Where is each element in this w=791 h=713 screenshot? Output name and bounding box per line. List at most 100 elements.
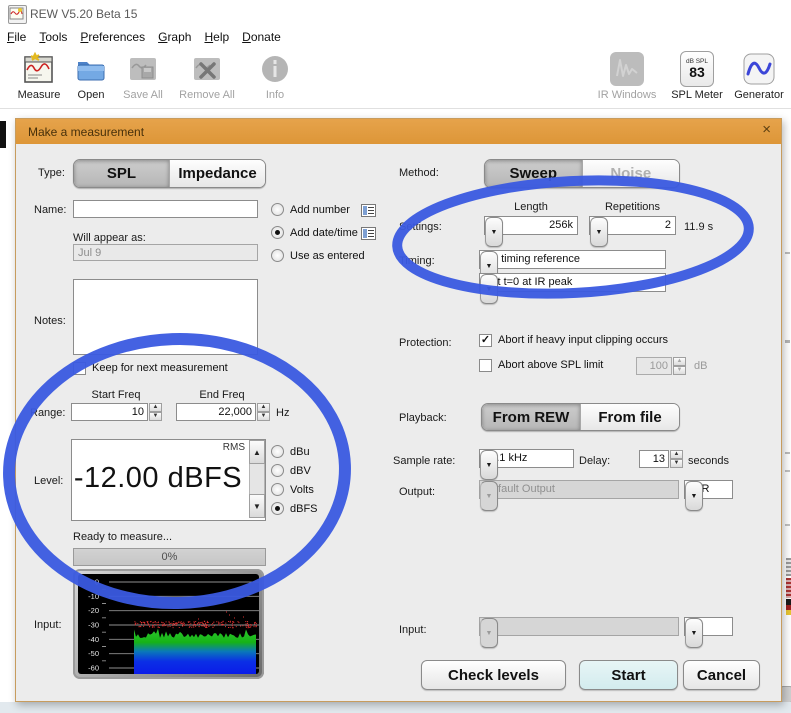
output-channel-combo[interactable]: L+R ▼	[684, 480, 733, 499]
chevron-down-icon[interactable]: ▼	[480, 450, 498, 480]
checkbox-box	[479, 359, 492, 372]
background-fragment	[785, 340, 790, 343]
timing-t0-combo[interactable]: Set t=0 at IR peak ▼	[479, 273, 666, 292]
start-freq-label: Start Freq	[71, 389, 161, 401]
type-toggle: SPL Impedance	[73, 159, 266, 188]
radio-circle	[271, 445, 284, 458]
arrow-up-icon[interactable]: ▲	[249, 440, 265, 464]
menu-preferences[interactable]: Preferences	[80, 30, 145, 44]
playback-from-file-button[interactable]: From file	[581, 404, 679, 430]
start-button[interactable]: Start	[579, 660, 678, 690]
generator-button[interactable]: Generator	[724, 52, 791, 101]
radio-circle	[271, 226, 284, 239]
notes-label: Notes:	[34, 315, 66, 327]
input-spectrum-panel: 0 -10 -20 -30 -40 -50 -60	[73, 569, 264, 679]
arrow-up-icon: ▲	[673, 357, 686, 366]
window-titlebar: REW V5.20 Beta 15	[0, 0, 791, 28]
radio-circle	[271, 203, 284, 216]
repetitions-combo[interactable]: 2 ▼	[589, 216, 676, 235]
spl-limit-spinner: 100 ▲▼	[636, 357, 686, 375]
end-freq-spinner[interactable]: 22,000 ▲▼	[176, 403, 270, 421]
level-value: -12.00 dBFS	[72, 462, 244, 495]
output-label: Output:	[399, 486, 435, 498]
y-tick: 0	[95, 578, 99, 587]
arrow-down-icon[interactable]: ▼	[149, 412, 162, 421]
radio-add-number[interactable]: Add number	[271, 203, 350, 216]
info-button: Info	[240, 52, 310, 101]
radio-add-datetime[interactable]: Add date/time	[271, 226, 358, 239]
dialog-close-icon[interactable]: ×	[762, 121, 771, 138]
checkbox-check-icon: ✓	[479, 334, 492, 347]
radio-volts[interactable]: Volts	[271, 483, 314, 496]
menu-tools[interactable]: Tools	[39, 30, 67, 44]
number-format-icon[interactable]	[361, 204, 376, 217]
menu-donate[interactable]: Donate	[242, 30, 281, 44]
type-spl-button[interactable]: SPL	[74, 160, 170, 187]
info-icon	[258, 52, 292, 86]
menu-graph[interactable]: Graph	[158, 30, 191, 44]
protection-label: Protection:	[399, 337, 452, 349]
settings-label: Settings:	[399, 221, 442, 233]
abort-clipping-checkbox[interactable]: ✓ Abort if heavy input clipping occurs	[479, 334, 668, 347]
input-spectrum-graph: 0 -10 -20 -30 -40 -50 -60	[78, 574, 259, 674]
ir-windows-icon	[610, 52, 644, 86]
datetime-format-icon[interactable]	[361, 227, 376, 240]
arrow-up-icon[interactable]: ▲	[149, 403, 162, 412]
range-unit: Hz	[276, 407, 289, 419]
spl-meter-button[interactable]: dB SPL 83 SPL Meter	[662, 52, 732, 101]
timing-label: Timing:	[399, 255, 435, 267]
input-graph-label: Input:	[34, 619, 62, 631]
timing-reference-combo[interactable]: No timing reference ▼	[479, 250, 666, 269]
arrow-down-icon[interactable]: ▼	[257, 412, 270, 421]
menu-help[interactable]: Help	[204, 30, 229, 44]
arrow-up-icon[interactable]: ▲	[257, 403, 270, 412]
keep-checkbox[interactable]: Keep for next measurement	[73, 362, 228, 375]
chevron-down-icon[interactable]: ▼	[685, 618, 703, 648]
arrow-up-icon[interactable]: ▲	[670, 450, 683, 459]
delay-spinner[interactable]: 13 ▲▼	[639, 450, 683, 468]
level-box[interactable]: RMS -12.00 dBFS ▲ ▼	[71, 439, 266, 521]
sample-rate-label: Sample rate:	[393, 455, 455, 467]
remove-all-icon	[190, 52, 224, 86]
type-impedance-button[interactable]: Impedance	[170, 160, 265, 187]
type-label: Type:	[38, 167, 65, 179]
chevron-down-icon[interactable]: ▼	[480, 274, 498, 304]
check-levels-button[interactable]: Check levels	[421, 660, 566, 690]
chevron-down-icon[interactable]: ▼	[590, 217, 608, 247]
length-combo[interactable]: 256k ▼	[484, 216, 578, 235]
chevron-down-icon[interactable]: ▼	[485, 217, 503, 247]
chevron-down-icon[interactable]: ▼	[685, 481, 703, 511]
background-fragment	[785, 524, 790, 526]
menu-bar: File Tools Preferences Graph Help Donate	[0, 28, 791, 46]
ir-windows-button: IR Windows	[592, 52, 662, 101]
name-input[interactable]	[73, 200, 258, 218]
cancel-button[interactable]: Cancel	[683, 660, 760, 690]
method-toggle: Sweep Noise	[484, 159, 680, 188]
level-label: Level:	[34, 475, 63, 487]
menu-file[interactable]: File	[7, 30, 26, 44]
abort-spl-checkbox[interactable]: Abort above SPL limit	[479, 359, 603, 372]
y-tick: -60	[88, 664, 99, 673]
radio-dbfs[interactable]: dBFS	[271, 502, 318, 515]
spl-limit-unit: dB	[694, 360, 707, 372]
notes-textarea[interactable]	[73, 279, 258, 355]
arrow-down-icon[interactable]: ▼	[670, 459, 683, 468]
radio-dbu[interactable]: dBu	[271, 445, 310, 458]
start-freq-spinner[interactable]: 10 ▲▼	[71, 403, 162, 421]
progress-value: 0%	[162, 551, 178, 563]
level-spinner[interactable]: ▲ ▼	[249, 440, 265, 518]
radio-use-as-entered[interactable]: Use as entered	[271, 249, 365, 262]
radio-dbv[interactable]: dBV	[271, 464, 311, 477]
arrow-down-icon[interactable]: ▼	[249, 494, 265, 518]
method-label: Method:	[399, 167, 439, 179]
input-channel-combo[interactable]: L ▼	[684, 617, 733, 636]
playback-from-rew-button[interactable]: From REW	[482, 404, 581, 430]
dialog-titlebar[interactable]: Make a measurement	[16, 119, 781, 144]
make-measurement-dialog: Make a measurement × Type: SPL Impedance…	[15, 118, 782, 702]
sample-rate-combo[interactable]: 44.1 kHz ▼	[479, 449, 574, 468]
method-sweep-button[interactable]: Sweep	[485, 160, 583, 187]
name-label: Name:	[34, 204, 66, 216]
range-label: Range:	[30, 407, 65, 419]
open-folder-icon	[74, 52, 108, 86]
window-title: REW V5.20 Beta 15	[30, 7, 137, 21]
